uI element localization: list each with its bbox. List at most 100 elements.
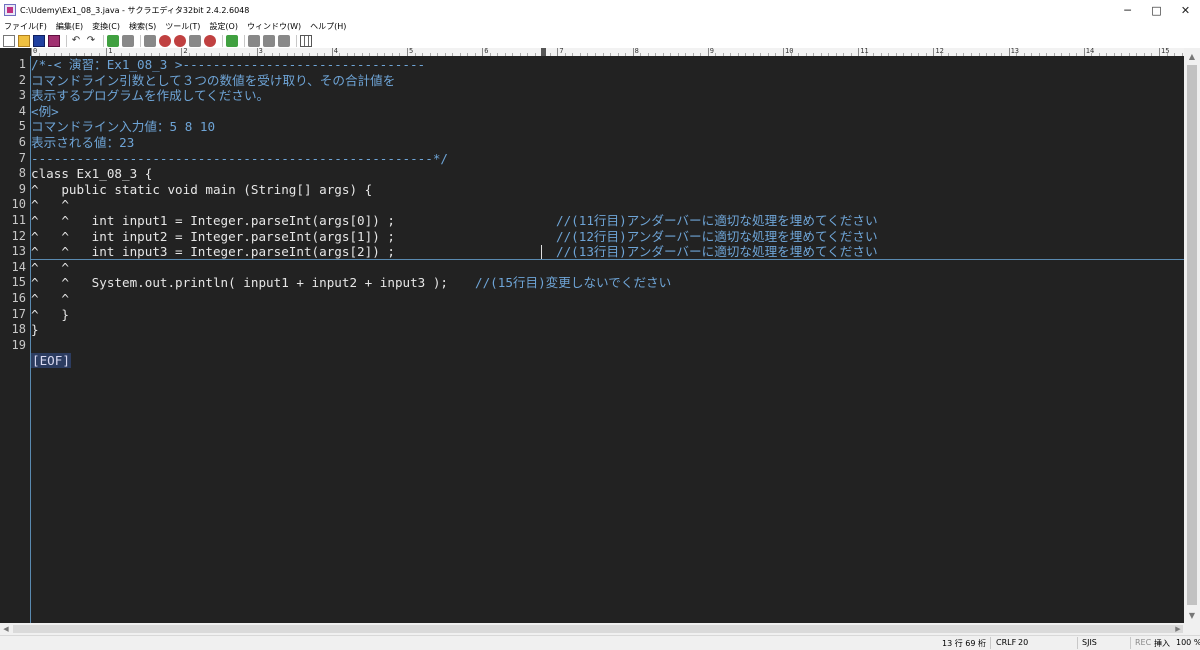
grid-icon[interactable] [300,34,312,47]
code-line[interactable]: ^ ^ int input1 = Integer.parseInt(args[0… [31,213,395,229]
line-number[interactable]: 12 [0,229,26,245]
status-insert-mode[interactable]: 挿入 [1154,638,1170,649]
code-line-text: ----------------------------------------… [31,150,449,166]
horizontal-scrollbar[interactable]: ◀ ▶ [0,623,1200,635]
code-line[interactable]: ^ ^ [31,197,69,213]
line-number-gutter[interactable]: 1 2 3 4 5 6 7 8 9 10 11 12 13 14 15 16 17 18 19 [0,56,30,623]
ruler-major-tick [632,48,634,56]
search-next-icon[interactable] [159,34,171,47]
scroll-up-icon[interactable]: ▲ [1184,48,1200,64]
ruler-corner [0,48,31,56]
menu-edit[interactable]: 編集(E) [56,21,83,32]
code-line[interactable]: コマンドライン引数として３つの数値を受け取り、その合計値を [31,73,395,89]
save-icon[interactable] [33,34,45,47]
search-prev-icon[interactable] [174,34,186,47]
ruler-label: 10 [785,48,794,55]
code-line[interactable]: ^ ^ int input2 = Integer.parseInt(args[1… [31,229,395,245]
code-line[interactable]: } [31,322,39,338]
compare-icon[interactable] [226,34,238,47]
line-number[interactable]: 16 [0,291,26,307]
sakura-editor-app-icon[interactable] [4,4,16,16]
code-line[interactable]: ^ ^ System.out.println( input1 + input2 … [31,275,448,291]
status-bar: 13 行 69 桁 CRLF 20 SJIS REC 挿入 100 % [0,635,1200,650]
code-line[interactable]: 表示される値：23 [31,135,134,151]
line-number[interactable]: 3 [0,88,26,104]
code-text-area[interactable]: /*-< 演習：Ex1_08_3 >----------------------… [31,56,1184,623]
code-line[interactable]: <例> [31,104,59,120]
menu-file[interactable]: ファイル(F) [4,21,47,32]
search-icon[interactable] [144,34,156,47]
tag-jump-icon[interactable] [278,34,290,47]
scroll-right-icon[interactable]: ▶ [1172,623,1184,635]
code-line[interactable]: ^ ^ [31,291,69,307]
code-line[interactable]: class Ex1_08_3 { [31,166,152,182]
status-encoding[interactable]: SJIS [1082,638,1097,647]
scroll-down-icon[interactable]: ▼ [1184,607,1200,623]
line-number[interactable]: 10 [0,197,26,213]
line-number[interactable]: 19 [0,338,26,354]
line-number[interactable]: 8 [0,166,26,182]
menu-search[interactable]: 検索(S) [129,21,156,32]
code-line[interactable]: ----------------------------------------… [31,151,448,167]
code-line[interactable]: 表示するプログラムを作成してください。 [31,88,269,104]
code-line-text: <例> [31,103,59,119]
menu-convert[interactable]: 変換(C) [92,21,120,32]
code-line[interactable]: ^ ^ int input3 = Integer.parseInt(args[2… [31,244,395,260]
code-line[interactable]: ^ } [31,307,69,323]
line-number[interactable]: 15 [0,275,26,291]
maximize-button[interactable]: □ [1142,0,1171,20]
line-number[interactable]: 4 [0,104,26,120]
status-caret-position: 13 行 69 桁 [942,639,986,648]
title-bar: C:\Udemy\Ex1_08_3.java - サクラエディタ32bit 2.… [0,0,1200,20]
horizontal-scroll-thumb[interactable] [13,625,1183,633]
line-number[interactable]: 18 [0,322,26,338]
code-line[interactable]: ^ public static void main (String[] args… [31,182,372,198]
window-controls: ─ □ ✕ [1113,0,1200,20]
minimize-button[interactable]: ─ [1113,0,1142,20]
code-line[interactable]: コマンドライン入力値：5 8 10 [31,119,215,135]
close-button[interactable]: ✕ [1171,0,1200,20]
vertical-scrollbar[interactable]: ▲ ▼ [1184,48,1200,623]
undo-icon[interactable]: ↶ [70,35,82,47]
line-number[interactable]: 11 [0,213,26,229]
line-number[interactable]: 1 [0,57,26,73]
code-line[interactable]: /*-< 演習：Ex1_08_3 >----------------------… [31,57,425,73]
status-separator [1130,637,1131,649]
redo-icon[interactable]: ↷ [85,35,97,47]
line-number[interactable]: 14 [0,260,26,276]
menu-window[interactable]: ウィンドウ(W) [247,21,301,32]
code-line-text: ^ ^ int input3 = Integer.parseInt(args[2… [31,244,395,260]
code-line-text: コマンドライン引数として３つの数値を受け取り、その合計値を [31,72,396,88]
menu-help[interactable]: ヘルプ(H) [310,21,346,32]
ruler-label: 2 [183,48,188,55]
new-file-icon[interactable] [3,34,15,47]
eof-marker: [EOF] [31,353,71,369]
outline-icon[interactable] [248,34,260,47]
save-all-icon[interactable] [48,34,60,47]
menu-settings[interactable]: 設定(O) [209,21,238,32]
jump-forward-icon[interactable] [122,34,134,47]
code-line-text: ^ public static void main (String[] args… [31,181,373,197]
ruler[interactable]: 0 1 2 3 4 5 6 7 8 9 10 11 12 13 14 15 [31,48,1184,56]
grep-icon[interactable] [189,34,201,47]
line-number[interactable]: 5 [0,119,26,135]
vertical-scroll-thumb[interactable] [1187,65,1197,605]
status-newline[interactable]: CRLF [996,638,1016,647]
settings-icon[interactable] [263,34,275,47]
line-number[interactable]: 9 [0,182,26,198]
jump-back-icon[interactable] [107,34,119,47]
ruler-major-tick [707,48,709,56]
line-number[interactable]: 6 [0,135,26,151]
scroll-left-icon[interactable]: ◀ [0,623,12,635]
code-line[interactable]: ^ ^ [31,260,69,276]
ruler-major-tick [256,48,258,56]
line-number[interactable]: 13 [0,244,26,260]
open-file-icon[interactable] [18,34,30,47]
line-number[interactable]: 2 [0,73,26,89]
editor-area[interactable]: 0 1 2 3 4 5 6 7 8 9 10 11 12 13 14 15 1 2 3 4 5 6 7 8 9 10 11 12 13… [0,48,1200,623]
menu-tools[interactable]: ツール(T) [165,21,200,32]
line-number[interactable]: 17 [0,307,26,323]
status-zoom[interactable]: 100 % [1176,638,1200,647]
line-number[interactable]: 7 [0,151,26,167]
replace-icon[interactable] [204,34,216,47]
